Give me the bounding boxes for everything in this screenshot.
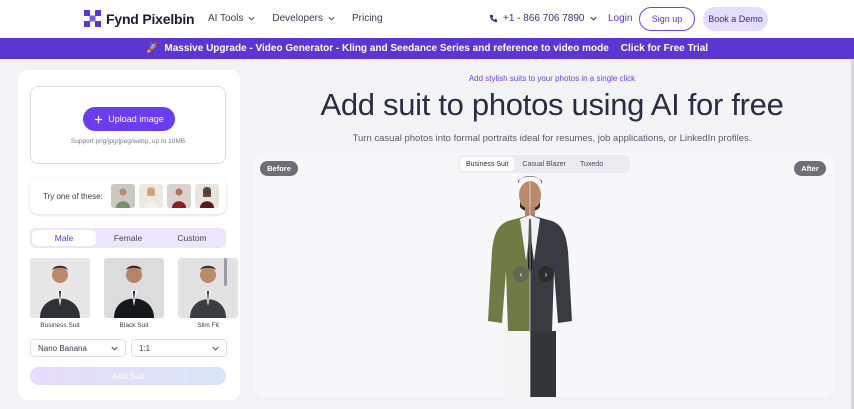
upload-image-label: Upload image — [108, 114, 164, 124]
chevron-down-icon — [590, 16, 598, 21]
style-image — [178, 258, 238, 318]
style-image — [104, 258, 164, 318]
style-card-black-suit[interactable]: Black Suit — [104, 258, 164, 330]
after-label: After — [794, 161, 826, 176]
tab-male[interactable]: Male — [32, 230, 96, 246]
slider-right-arrow-icon[interactable]: › — [538, 266, 554, 282]
nav-developers[interactable]: Developers — [272, 13, 336, 24]
style-label: Slim Fit — [197, 322, 219, 329]
before-label: Before — [260, 161, 298, 176]
chevron-down-icon — [111, 346, 118, 351]
sample-thumbnail[interactable] — [166, 184, 191, 208]
model-select[interactable]: Nano Banana — [30, 339, 126, 357]
banner-cta[interactable]: Click for Free Trial — [621, 43, 708, 54]
style-list-scrollbar[interactable] — [224, 258, 227, 286]
try-label: Try one of these: — [43, 191, 103, 201]
top-navbar: Fynd Pixelbin AI Tools Developers Pricin… — [0, 0, 854, 38]
tab-casual-blazer[interactable]: Casual Blazer — [516, 157, 572, 171]
upload-image-button[interactable]: Upload image — [83, 107, 175, 131]
style-card-slim-fit[interactable]: Slim Fit — [178, 258, 238, 330]
style-label: Business Suit — [40, 322, 80, 329]
nav-ai-tools-label: AI Tools — [208, 13, 244, 24]
add-suit-button[interactable]: Add Suit — [30, 367, 226, 385]
gender-tabs: Male Female Custom — [30, 228, 226, 248]
suit-style-list: Business Suit Black Suit Slim Fit — [30, 258, 238, 330]
login-link[interactable]: Login — [608, 13, 632, 24]
page-description: Turn casual photos into formal portraits… — [352, 133, 752, 144]
phone-icon — [489, 14, 498, 23]
tab-female[interactable]: Female — [96, 230, 160, 246]
rocket-icon: 🚀 — [145, 43, 159, 54]
tab-tuxedo[interactable]: Tuxedo — [574, 157, 609, 171]
sample-thumbnail[interactable] — [138, 184, 163, 208]
plus-icon — [95, 115, 103, 123]
upload-hint: Support png/jpg/jpeg/webp, up to 10MB — [70, 138, 186, 145]
tab-business-suit[interactable]: Business Suit — [460, 157, 515, 171]
nav-pricing-label: Pricing — [351, 13, 383, 24]
banner-text: Massive Upgrade - Video Generator - Klin… — [164, 43, 609, 54]
nav-developers-label: Developers — [272, 13, 323, 24]
pixelbin-logo-icon — [84, 10, 101, 27]
logo[interactable]: Fynd Pixelbin — [84, 10, 195, 27]
model-select-value: Nano Banana — [38, 343, 87, 353]
comparison-image — [488, 171, 572, 397]
main-nav: AI Tools Developers Pricing — [208, 13, 383, 24]
slider-left-arrow-icon[interactable]: ‹ — [513, 266, 529, 282]
promo-banner[interactable]: 🚀 Massive Upgrade - Video Generator - Kl… — [0, 38, 854, 59]
phone-dropdown[interactable]: +1 - 866 706 7890 — [489, 13, 598, 24]
chevron-down-icon — [212, 346, 219, 351]
logo-text: Fynd Pixelbin — [106, 10, 195, 27]
phone-number: +1 - 866 706 7890 — [503, 13, 585, 24]
sample-thumbnail[interactable] — [110, 184, 135, 208]
sample-images: Try one of these: — [30, 178, 226, 214]
nav-pricing[interactable]: Pricing — [352, 13, 383, 24]
chevron-down-icon — [248, 16, 255, 21]
page-title: Add suit to photos using AI for free — [320, 87, 784, 122]
style-card-business-suit[interactable]: Business Suit — [30, 258, 90, 330]
style-image — [30, 258, 90, 318]
nav-ai-tools[interactable]: AI Tools — [208, 13, 256, 24]
sample-thumbnail[interactable] — [194, 184, 219, 208]
before-after-comparison[interactable]: Business Suit Casual Blazer Tuxedo Befor… — [254, 153, 834, 397]
style-label: Black Suit — [119, 322, 149, 329]
tab-custom[interactable]: Custom — [160, 230, 224, 246]
aspect-ratio-select[interactable]: 1:1 — [131, 339, 227, 357]
tagline: Add stylish suits to your photos in a si… — [468, 74, 636, 83]
book-demo-button[interactable]: Book a Demo — [703, 7, 768, 31]
signup-button[interactable]: Sign up — [639, 7, 695, 31]
aspect-ratio-value: 1:1 — [139, 343, 151, 353]
upload-dropzone[interactable]: Upload image Support png/jpg/jpeg/webp, … — [30, 86, 226, 164]
editor-panel: Upload image Support png/jpg/jpeg/webp, … — [18, 70, 240, 400]
chevron-down-icon — [328, 16, 335, 21]
